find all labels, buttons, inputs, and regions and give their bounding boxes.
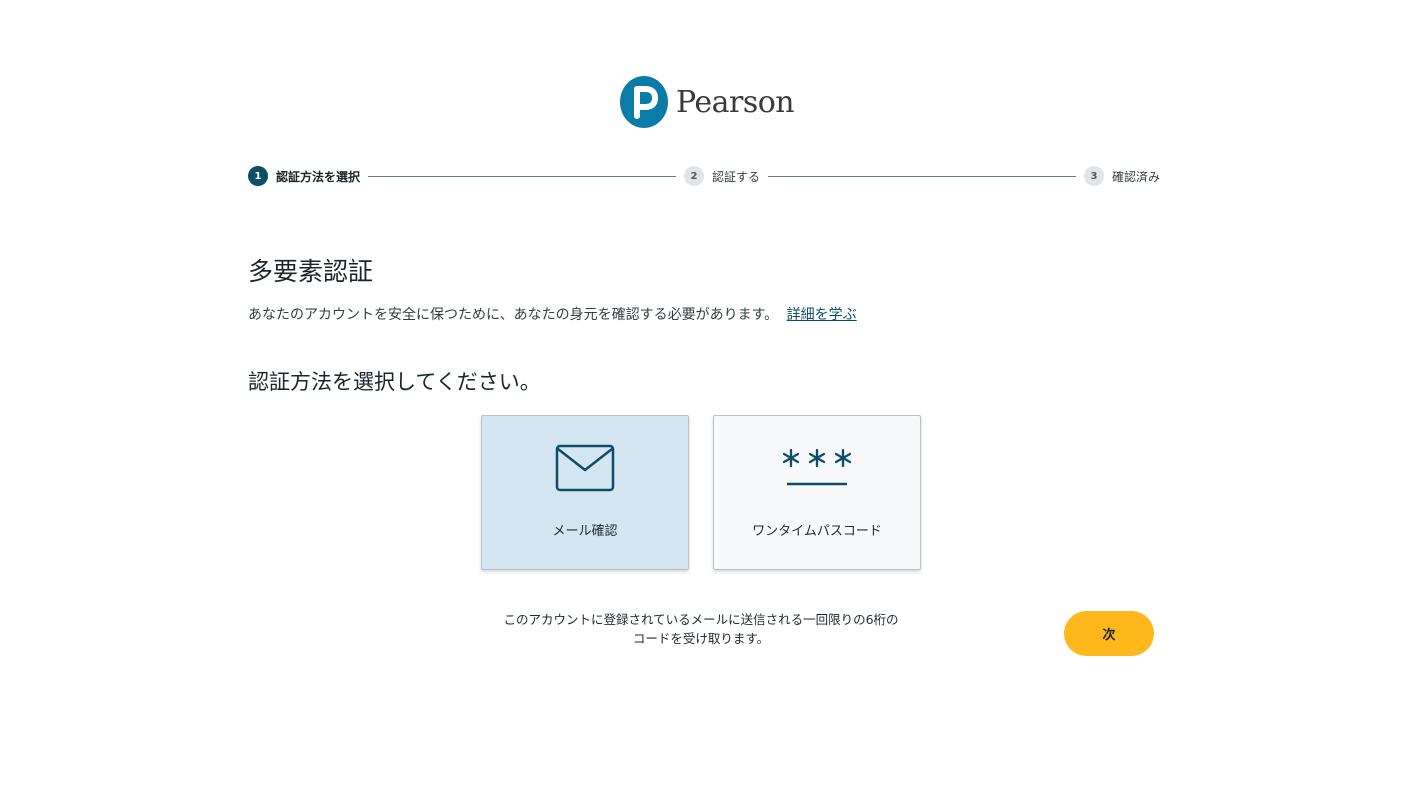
method-description-line-1: このアカウントに登録されているメールに送信される一回限りの6桁の xyxy=(503,612,899,627)
mfa-page: Pearson 1 認証方法を選択 2 認証する 3 確認済み 多要素認証 あな… xyxy=(0,0,1421,805)
otp-option-label: ワンタイムパスコード xyxy=(752,524,882,539)
method-description: このアカウントに登録されているメールに送信される一回限りの6桁の コードを受け取… xyxy=(480,610,922,648)
learn-more-link[interactable]: 詳細を学ぶ xyxy=(787,307,857,323)
intro-text: あなたのアカウントを安全に保つために、あなたの身元を確認する必要があります。 xyxy=(248,307,779,323)
step-3-number: 3 xyxy=(1084,166,1104,186)
pearson-logo: Pearson xyxy=(620,76,795,128)
page-title: 多要素認証 xyxy=(248,257,374,286)
step-2-label: 認証する xyxy=(712,169,761,184)
brand-name: Pearson xyxy=(676,84,795,120)
one-time-passcode-option[interactable]: ワンタイムパスコード xyxy=(713,415,921,570)
next-button[interactable]: 次 xyxy=(1064,611,1154,656)
method-description-line-2: コードを受け取ります。 xyxy=(632,631,770,646)
pearson-logo-icon xyxy=(620,76,668,128)
step-1: 1 認証方法を選択 xyxy=(248,166,360,186)
method-prompt: 認証方法を選択してください。 xyxy=(248,370,541,394)
step-connector-2 xyxy=(768,175,1076,177)
step-2-number: 2 xyxy=(684,166,704,186)
passcode-icon xyxy=(714,444,920,488)
step-1-number: 1 xyxy=(248,166,268,186)
envelope-icon xyxy=(482,444,688,492)
email-verification-option[interactable]: メール確認 xyxy=(481,415,689,570)
step-3: 3 確認済み xyxy=(1084,166,1160,186)
step-3-label: 確認済み xyxy=(1112,169,1161,184)
step-2: 2 認証する xyxy=(684,166,760,186)
intro-paragraph: あなたのアカウントを安全に保つために、あなたの身元を確認する必要があります。 詳… xyxy=(248,304,857,324)
progress-stepper: 1 認証方法を選択 2 認証する 3 確認済み xyxy=(248,165,1160,187)
step-connector-1 xyxy=(368,175,676,177)
step-1-label: 認証方法を選択 xyxy=(276,169,361,184)
email-option-label: メール確認 xyxy=(552,524,618,539)
